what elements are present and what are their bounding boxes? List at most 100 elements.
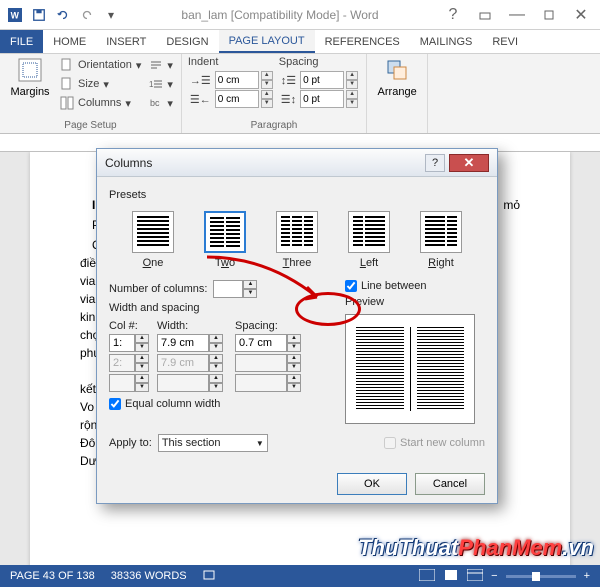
ribbon-tabs: FILE HOME INSERT DESIGN PAGE LAYOUT REFE…: [0, 30, 600, 54]
title-bar: W ▾ ban_lam [Compatibility Mode] - Word …: [0, 0, 600, 30]
spacing-header: Spacing:: [235, 320, 307, 332]
view-read-icon[interactable]: [419, 569, 435, 584]
chevron-down-icon: ▼: [256, 439, 264, 448]
ribbon: Margins Orientation ▾ Size ▾ Columns ▾ ▾…: [0, 54, 600, 134]
columns-icon: [60, 96, 74, 110]
spin-down-icon[interactable]: ▼: [261, 80, 273, 89]
cancel-button[interactable]: Cancel: [415, 473, 485, 495]
spacing-after-input[interactable]: [300, 90, 344, 108]
spin-up-icon[interactable]: ▲: [261, 71, 273, 80]
arrange-button[interactable]: Arrange: [373, 56, 421, 98]
width-header: Width:: [157, 320, 229, 332]
spacing-after-spinner[interactable]: ▲▼: [300, 90, 358, 108]
undo-icon[interactable]: [52, 4, 74, 26]
spacing-before-input[interactable]: [300, 71, 344, 89]
view-print-icon[interactable]: [443, 569, 459, 584]
spacing-after-icon: ☰↕: [281, 93, 296, 106]
arrange-label: Arrange: [378, 86, 417, 98]
tab-file[interactable]: FILE: [0, 30, 43, 53]
indent-right-input[interactable]: [215, 90, 259, 108]
zoom-in-icon[interactable]: +: [584, 570, 590, 582]
maximize-icon[interactable]: [534, 4, 564, 26]
qat-customize-icon[interactable]: ▾: [100, 4, 122, 26]
zoom-out-icon[interactable]: −: [491, 570, 497, 582]
indent-label: Indent: [188, 56, 275, 70]
row1-col-spinner[interactable]: ▲▼: [109, 334, 151, 352]
row2-col-spinner: ▲▼: [109, 354, 151, 372]
margins-icon: [16, 56, 44, 84]
svg-text:W: W: [11, 10, 20, 20]
page-setup-label: Page Setup: [6, 118, 175, 131]
preview-label: Preview: [345, 296, 485, 308]
margins-button[interactable]: Margins: [6, 56, 54, 98]
row3-spacing-spinner: ▲▼: [235, 374, 307, 392]
page-number[interactable]: PAGE 43 OF 138: [10, 570, 95, 582]
minimize-icon[interactable]: —: [502, 4, 532, 26]
apply-to-label: Apply to:: [109, 437, 152, 449]
size-button[interactable]: Size ▾: [58, 75, 143, 93]
hyphenation-button[interactable]: bc▾: [147, 94, 175, 112]
breaks-icon: [149, 58, 163, 72]
ok-button[interactable]: OK: [337, 473, 407, 495]
group-paragraph: Indent →☰▲▼ ☰←▲▼ Spacing ↕☰▲▼ ☰↕▲▼ Parag…: [182, 54, 367, 133]
orientation-icon: [60, 58, 74, 72]
preset-left[interactable]: LeftLeft: [341, 211, 397, 269]
help-icon[interactable]: ?: [438, 4, 468, 26]
proofing-icon[interactable]: [203, 568, 217, 585]
close-icon[interactable]: ✕: [566, 4, 596, 26]
window-buttons: ? — ✕: [438, 4, 596, 26]
view-web-icon[interactable]: [467, 569, 483, 584]
indent-right-spinner[interactable]: ▲▼: [215, 90, 273, 108]
arrange-icon: [383, 56, 411, 84]
preset-one[interactable]: OOnene: [125, 211, 181, 269]
zoom-slider[interactable]: [506, 575, 576, 578]
preset-right[interactable]: RightRight: [413, 211, 469, 269]
dialog-titlebar: Columns ? ✕: [97, 149, 497, 177]
tab-references[interactable]: REFERENCES: [315, 30, 410, 53]
spacing-before-spinner[interactable]: ▲▼: [300, 71, 358, 89]
dialog-close-button[interactable]: ✕: [449, 154, 489, 172]
svg-text:1: 1: [149, 80, 154, 89]
preset-three[interactable]: ThreeThree: [269, 211, 325, 269]
num-columns-spinner[interactable]: ▲▼: [213, 280, 257, 298]
equal-width-checkbox[interactable]: Equal column widthEqual column width: [109, 398, 331, 410]
indent-right-icon: ☰←: [190, 93, 211, 106]
dialog-help-button[interactable]: ?: [425, 154, 445, 172]
num-columns-label: Number of columns:: [109, 283, 207, 295]
size-icon: [60, 77, 74, 91]
document-title: ban_lam [Compatibility Mode] - Word: [122, 8, 438, 22]
line-numbers-button[interactable]: 1▾: [147, 75, 175, 93]
presets-row: OOnene TwoTwo ThreeThree LeftLeft RightR…: [109, 207, 485, 277]
indent-left-input[interactable]: [215, 71, 259, 89]
columns-button[interactable]: Columns ▾: [58, 94, 143, 112]
group-arrange: Arrange: [367, 54, 428, 133]
tab-page-layout[interactable]: PAGE LAYOUT: [219, 30, 315, 53]
start-new-column-checkbox: Start new columnStart new column: [384, 437, 485, 449]
tab-review[interactable]: REVI: [482, 30, 528, 53]
row1-spacing-spinner[interactable]: ▲▼: [235, 334, 307, 352]
num-columns-input[interactable]: [213, 280, 243, 298]
tab-home[interactable]: HOME: [43, 30, 96, 53]
watermark: ThuThuatPhanMem.vn: [358, 535, 594, 561]
tab-mailings[interactable]: MAILINGS: [410, 30, 483, 53]
quick-access-toolbar: W ▾: [4, 4, 122, 26]
tab-design[interactable]: DESIGN: [156, 30, 218, 53]
line-between-checkbox[interactable]: Line betweenLine between: [345, 280, 485, 292]
indent-left-spinner[interactable]: ▲▼: [215, 71, 273, 89]
preset-two[interactable]: TwoTwo: [197, 211, 253, 269]
breaks-button[interactable]: ▾: [147, 56, 175, 74]
tab-insert[interactable]: INSERT: [96, 30, 156, 53]
group-page-setup: Margins Orientation ▾ Size ▾ Columns ▾ ▾…: [0, 54, 182, 133]
row1-width-spinner[interactable]: ▲▼: [157, 334, 229, 352]
word-icon[interactable]: W: [4, 4, 26, 26]
row3-width-spinner: ▲▼: [157, 374, 229, 392]
presets-label: Presets: [109, 189, 485, 201]
ribbon-toggle-icon[interactable]: [470, 4, 500, 26]
redo-icon[interactable]: [76, 4, 98, 26]
word-count[interactable]: 38336 WORDS: [111, 570, 187, 582]
col-header: Col #:: [109, 320, 151, 332]
save-icon[interactable]: [28, 4, 50, 26]
spacing-before-icon: ↕☰: [281, 74, 296, 87]
orientation-button[interactable]: Orientation ▾: [58, 56, 143, 74]
apply-to-select[interactable]: This section▼: [158, 434, 268, 452]
